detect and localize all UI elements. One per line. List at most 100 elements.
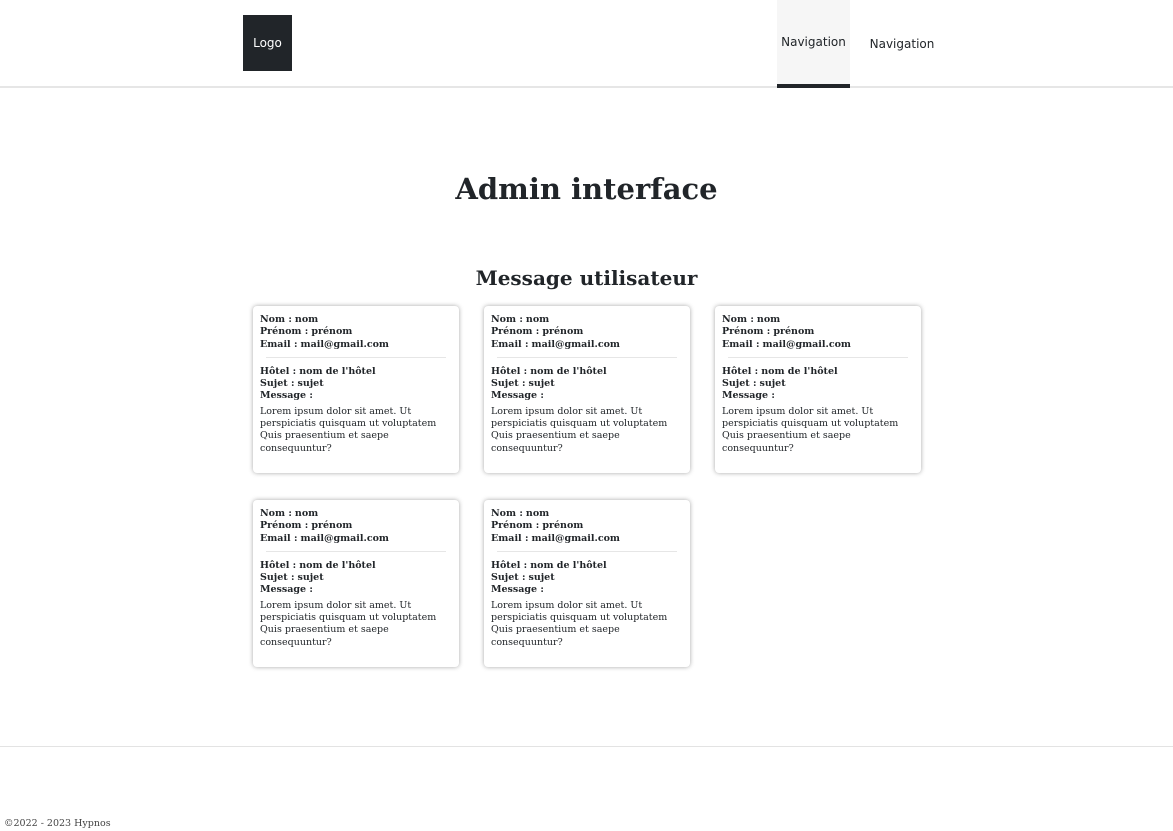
sujet-value: sujet <box>528 572 555 584</box>
nom-row: Nom : nom <box>722 314 914 326</box>
email-value: mail@gmail.com <box>762 338 851 350</box>
prenom-row: Prénom : prénom <box>491 326 683 338</box>
sujet-row: Sujet : sujet <box>491 572 683 584</box>
email-value: mail@gmail.com <box>531 532 620 544</box>
hotel-value: nom de l'hôtel <box>530 559 607 571</box>
nom-label: Nom : <box>722 314 754 325</box>
nom-value: nom <box>756 314 781 325</box>
prenom-label: Prénom : <box>260 326 309 338</box>
nom-row: Nom : nom <box>260 508 452 520</box>
sujet-value: sujet <box>528 378 555 390</box>
sujet-label: Sujet : <box>491 572 526 584</box>
email-label: Email : <box>491 338 529 350</box>
sujet-row: Sujet : sujet <box>722 378 914 390</box>
sujet-row: Sujet : sujet <box>260 378 452 390</box>
sujet-label: Sujet : <box>722 378 757 390</box>
prenom-row: Prénom : prénom <box>260 326 452 338</box>
hotel-label: Hôtel : <box>260 559 297 571</box>
nom-label: Nom : <box>260 508 292 519</box>
message-label: Message : <box>491 584 544 596</box>
message-text: Lorem ipsum dolor sit amet. Ut perspicia… <box>722 405 899 454</box>
message-label: Message : <box>491 390 544 402</box>
sujet-value: sujet <box>297 572 324 584</box>
hotel-value: nom de l'hôtel <box>299 365 376 377</box>
nom-row: Nom : nom <box>491 314 683 326</box>
nom-value: nom <box>525 314 550 325</box>
email-label: Email : <box>491 532 529 544</box>
prenom-row: Prénom : prénom <box>491 520 683 532</box>
message-text: Lorem ipsum dolor sit amet. Ut perspicia… <box>491 405 668 454</box>
hotel-value: nom de l'hôtel <box>761 365 838 377</box>
message-text: Lorem ipsum dolor sit amet. Ut perspicia… <box>260 405 437 454</box>
sujet-label: Sujet : <box>260 378 295 390</box>
card-divider <box>266 356 446 358</box>
card-divider <box>497 550 677 552</box>
hotel-label: Hôtel : <box>491 559 528 571</box>
email-row: Email : mail@gmail.com <box>491 339 683 351</box>
sujet-value: sujet <box>297 378 324 390</box>
email-row: Email : mail@gmail.com <box>491 533 683 545</box>
email-value: mail@gmail.com <box>531 338 620 350</box>
message-card: Nom : nom Prénom : prénom Email : mail@gma… <box>253 500 459 667</box>
nom-value: nom <box>294 314 319 325</box>
hotel-row: Hôtel : nom de l'hôtel <box>491 366 683 378</box>
nav-link-1[interactable]: Navigation <box>777 0 850 88</box>
card-divider <box>497 356 677 358</box>
nom-row: Nom : nom <box>491 508 683 520</box>
message-card: Nom : nom Prénom : prénom Email : mail@gma… <box>484 306 690 473</box>
prenom-label: Prénom : <box>491 326 540 338</box>
message-card: Nom : nom Prénom : prénom Email : mail@gma… <box>484 500 690 667</box>
nom-label: Nom : <box>491 314 523 325</box>
prenom-row: Prénom : prénom <box>260 520 452 532</box>
nom-label: Nom : <box>491 508 523 519</box>
email-row: Email : mail@gmail.com <box>260 339 452 351</box>
message-card: Nom : nom Prénom : prénom Email : mail@gma… <box>253 306 459 473</box>
site-header: Logo Navigation Navigation <box>0 0 1173 88</box>
email-row: Email : mail@gmail.com <box>260 533 452 545</box>
hotel-label: Hôtel : <box>260 365 297 377</box>
hotel-value: nom de l'hôtel <box>299 559 376 571</box>
email-value: mail@gmail.com <box>300 532 389 544</box>
message-text: Lorem ipsum dolor sit amet. Ut perspicia… <box>491 599 668 648</box>
prenom-value: prénom <box>542 520 584 532</box>
section-title: Message utilisateur <box>475 266 698 290</box>
page-title: Admin interface <box>455 172 718 206</box>
prenom-value: prénom <box>542 326 584 338</box>
card-divider <box>728 356 908 358</box>
prenom-value: prénom <box>311 326 353 338</box>
sujet-label: Sujet : <box>491 378 526 390</box>
prenom-value: prénom <box>773 326 815 338</box>
email-value: mail@gmail.com <box>300 338 389 350</box>
hotel-row: Hôtel : nom de l'hôtel <box>260 366 452 378</box>
email-label: Email : <box>260 338 298 350</box>
prenom-label: Prénom : <box>722 326 771 338</box>
prenom-row: Prénom : prénom <box>722 326 914 338</box>
sujet-label: Sujet : <box>260 572 295 584</box>
sujet-row: Sujet : sujet <box>260 572 452 584</box>
hotel-label: Hôtel : <box>722 365 759 377</box>
prenom-label: Prénom : <box>260 520 309 532</box>
footer-divider <box>0 746 1173 747</box>
hotel-label: Hôtel : <box>491 365 528 377</box>
email-row: Email : mail@gmail.com <box>722 339 914 351</box>
message-card: Nom : nom Prénom : prénom Email : mail@gma… <box>715 306 921 473</box>
nom-row: Nom : nom <box>260 314 452 326</box>
footer-copyright: ©2022 - 2023 Hypnos <box>4 818 111 829</box>
nom-value: nom <box>525 508 550 519</box>
message-text: Lorem ipsum dolor sit amet. Ut perspicia… <box>260 599 437 648</box>
message-label: Message : <box>722 390 775 402</box>
prenom-label: Prénom : <box>491 520 540 532</box>
sujet-row: Sujet : sujet <box>491 378 683 390</box>
hotel-value: nom de l'hôtel <box>530 365 607 377</box>
email-label: Email : <box>722 338 760 350</box>
hotel-row: Hôtel : nom de l'hôtel <box>722 366 914 378</box>
sujet-value: sujet <box>759 378 786 390</box>
hotel-row: Hôtel : nom de l'hôtel <box>260 560 452 572</box>
message-label: Message : <box>260 584 313 596</box>
logo[interactable]: Logo <box>243 15 292 71</box>
email-label: Email : <box>260 532 298 544</box>
hotel-row: Hôtel : nom de l'hôtel <box>491 560 683 572</box>
nav-link-2[interactable]: Navigation <box>866 0 938 88</box>
nom-label: Nom : <box>260 314 292 325</box>
nom-value: nom <box>294 508 319 519</box>
